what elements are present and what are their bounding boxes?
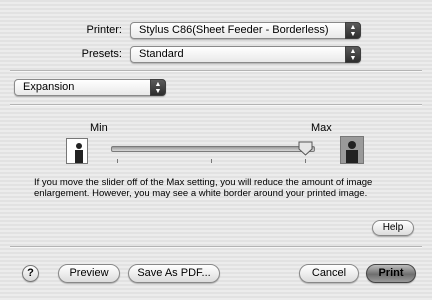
- slider-tick: [117, 159, 118, 163]
- help-button[interactable]: Help: [372, 220, 414, 236]
- presets-popup[interactable]: Standard ▲ ▼: [130, 46, 361, 63]
- save-as-pdf-button[interactable]: Save As PDF...: [128, 264, 220, 283]
- print-button[interactable]: Print: [366, 264, 416, 283]
- popup-arrows-icon: ▲ ▼: [150, 79, 166, 96]
- printer-value: Stylus C86(Sheet Feeder - Borderless): [139, 24, 329, 36]
- presets-label: Presets:: [81, 48, 122, 60]
- top-separator: [10, 70, 422, 72]
- bottom-separator: [10, 246, 422, 248]
- preview-button[interactable]: Preview: [58, 264, 120, 283]
- min-person-icon: [66, 138, 88, 164]
- panel-separator: [10, 104, 422, 106]
- printer-label: Printer:: [86, 24, 122, 36]
- slider-tick: [305, 159, 306, 163]
- popup-arrows-icon: ▲ ▼: [345, 22, 361, 39]
- expansion-slider-thumb[interactable]: [298, 141, 313, 156]
- max-label: Max: [311, 122, 332, 134]
- help-icon[interactable]: ?: [22, 265, 39, 282]
- popup-arrows-icon: ▲ ▼: [345, 46, 361, 63]
- min-label: Min: [90, 122, 108, 134]
- panel-popup[interactable]: Expansion ▲ ▼: [14, 79, 166, 96]
- expansion-slider-track[interactable]: [111, 146, 315, 152]
- max-person-icon: [340, 136, 364, 164]
- panel-value: Expansion: [23, 81, 75, 93]
- cancel-button[interactable]: Cancel: [299, 264, 359, 283]
- printer-popup[interactable]: Stylus C86(Sheet Feeder - Borderless) ▲ ▼: [130, 22, 361, 39]
- presets-value: Standard: [139, 48, 184, 60]
- slider-tick: [211, 159, 212, 163]
- expansion-description: If you move the slider off of the Max se…: [34, 177, 373, 199]
- print-dialog: Printer: Stylus C86(Sheet Feeder - Borde…: [0, 0, 432, 300]
